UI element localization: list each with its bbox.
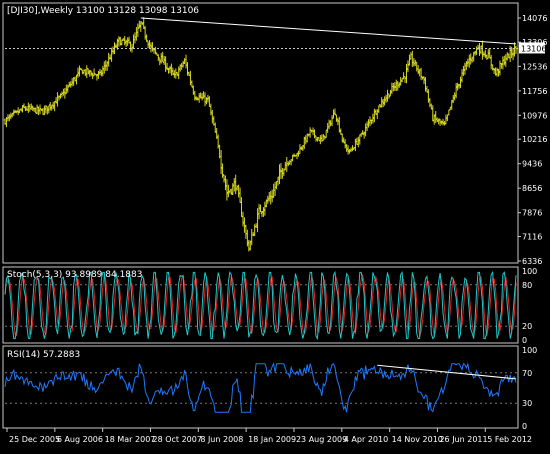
current-price-label: 13106: [521, 44, 546, 53]
price-tick-label: 14076: [522, 14, 547, 23]
time-tick-label: 23 Aug 2009: [296, 435, 347, 444]
price-panel-header: [DJI30],Weekly 13100 13128 13098 13106: [7, 6, 199, 16]
time-tick-label: 5 Feb 2012: [487, 435, 532, 444]
price-tick-label: 8656: [522, 184, 542, 193]
chart-background: [0, 0, 550, 450]
price-tick-label: 6336: [522, 257, 542, 266]
chart-svg[interactable]: [DJI30],Weekly 13100 13128 13098 13106 1…: [0, 0, 550, 450]
rsi-tick-label: 0: [522, 422, 527, 431]
stochastic-tick-label: 100: [522, 267, 537, 276]
price-tick-label: 12536: [522, 62, 547, 71]
rsi-tick-label: 30: [522, 399, 532, 408]
time-tick-label: 25 Dec 2005: [9, 435, 60, 444]
time-tick-label: 14 Nov 2010: [392, 435, 443, 444]
time-tick-label: 28 Oct 2007: [152, 435, 201, 444]
price-tick-label: 7116: [522, 233, 542, 242]
stochastic-tick-label: 80: [522, 281, 532, 290]
price-tick-label: 10976: [522, 111, 547, 120]
time-tick-label: 4 Apr 2010: [344, 435, 388, 444]
rsi-tick-label: 100: [522, 346, 537, 355]
stochastic-tick-label: 0: [522, 336, 527, 345]
trading-chart[interactable]: [DJI30],Weekly 13100 13128 13098 13106 1…: [0, 0, 550, 450]
rsi-header: RSI(14) 57.2883: [7, 350, 80, 360]
price-tick-label: 7876: [522, 209, 542, 218]
time-tick-label: 8 Jun 2008: [200, 435, 243, 444]
rsi-tick-label: 70: [522, 369, 532, 378]
time-tick-label: 18 Jan 2009: [248, 435, 296, 444]
stochastic-tick-label: 20: [522, 322, 532, 331]
stochastic-header: Stoch(5,3,3) 93.8989 84.1883: [7, 270, 142, 280]
price-tick-label: 10216: [522, 135, 547, 144]
price-tick-label: 11756: [522, 87, 547, 96]
time-tick-label: 26 Jun 2011: [439, 435, 487, 444]
time-tick-label: 6 Aug 2006: [57, 435, 103, 444]
price-tick-label: 9436: [522, 160, 542, 169]
time-tick-label: 18 Mar 2007: [105, 435, 156, 444]
